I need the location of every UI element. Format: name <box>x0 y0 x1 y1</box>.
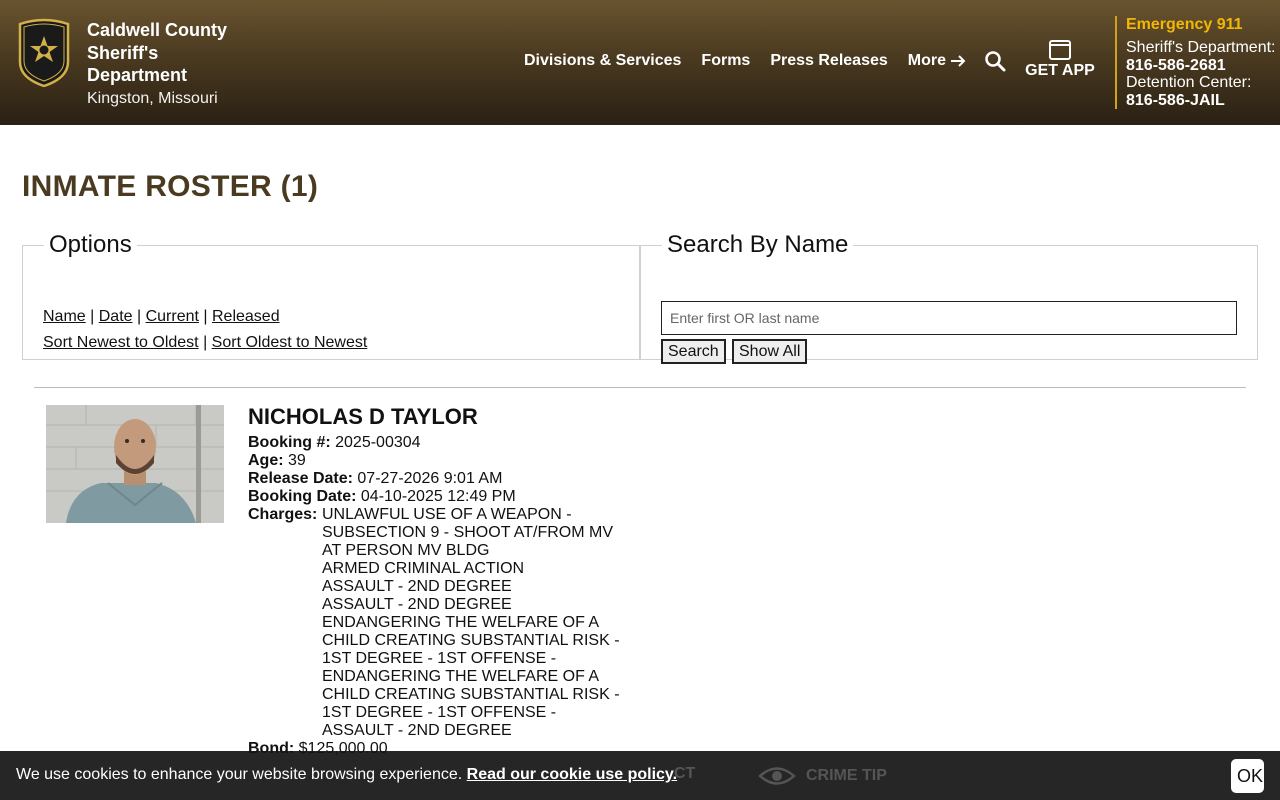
charges-block: Charges: UNLAWFUL USE OF A WEAPON - SUBS… <box>248 506 622 740</box>
nav-more[interactable]: More <box>908 52 966 70</box>
inmate-name[interactable]: NICHOLAS D TAYLOR <box>248 404 622 430</box>
age-label: Age: <box>248 452 284 469</box>
inmate-mugshot[interactable] <box>46 405 224 523</box>
detention-label: Detention Center: <box>1126 74 1252 92</box>
charge-item: ASSAULT - 2ND DEGREE <box>322 596 512 613</box>
contact-info: Emergency 911 Sheriff's Department: 816-… <box>1115 16 1280 109</box>
get-app-button[interactable]: GET APP <box>1024 40 1096 80</box>
charge-item: ASSAULT - 2ND DEGREE <box>322 578 512 595</box>
divider <box>34 387 1246 388</box>
cookie-banner: CT CRIME TIP We use cookies to enhance y… <box>0 751 1280 800</box>
eye-icon <box>758 767 796 785</box>
nav-divisions-services[interactable]: Divisions & Services <box>524 52 681 70</box>
phone-icon <box>1049 40 1071 60</box>
search-button[interactable]: Search <box>661 339 726 364</box>
cookie-text: We use cookies to enhance your website b… <box>16 766 463 783</box>
release-date-label: Release Date: <box>248 470 353 487</box>
site-header: Caldwell County Sheriff's Department Kin… <box>0 0 1280 125</box>
search-panel: Search By Name Search Show All <box>640 231 1258 364</box>
agency-location: Kingston, Missouri <box>87 89 218 107</box>
nav-forms[interactable]: Forms <box>701 52 750 70</box>
options-legend: Options <box>49 231 132 258</box>
crime-tip-ghost: CRIME TIP <box>758 765 887 787</box>
age-value: 39 <box>288 452 306 469</box>
cookie-ok-button[interactable]: OK <box>1231 759 1264 793</box>
hidden-crime-tip-label: CRIME TIP <box>806 767 887 784</box>
search-legend: Search By Name <box>667 231 849 258</box>
sheriff-label: Sheriff's Department: <box>1126 38 1276 56</box>
sheriff-phone[interactable]: 816-586-2681 <box>1126 57 1280 75</box>
charge-item: ENDANGERING THE WELFARE OF A CHILD CREAT… <box>322 614 620 667</box>
cookie-message: We use cookies to enhance your website b… <box>16 766 677 784</box>
options-panel: Options Name | Date | Current | Released… <box>22 231 640 360</box>
detention-phone[interactable]: 816-586-JAIL <box>1126 92 1280 110</box>
main-nav: Divisions & Services Forms Press Release… <box>524 52 986 70</box>
filter-date-link[interactable]: Date <box>99 308 133 325</box>
charges-label: Charges: <box>248 506 318 523</box>
filter-current-link[interactable]: Current <box>146 308 199 325</box>
charges-list: UNLAWFUL USE OF A WEAPON - SUBSECTION 9 … <box>322 506 622 740</box>
emergency-number[interactable]: Emergency 911 <box>1126 16 1280 34</box>
sort-oldest-link[interactable]: Sort Oldest to Newest <box>212 334 368 351</box>
brand[interactable]: Caldwell County Sheriff's Department Kin… <box>87 19 247 109</box>
sheriff-badge-icon[interactable] <box>16 18 72 87</box>
nav-more-label: More <box>907 52 946 69</box>
arrow-right-icon <box>951 55 966 67</box>
booking-number: 2025-00304 <box>335 434 421 451</box>
page-title: INMATE ROSTER (1) <box>22 170 319 203</box>
inmate-record: NICHOLAS D TAYLOR Booking #: 2025-00304 … <box>248 404 622 758</box>
nav-press-releases[interactable]: Press Releases <box>770 52 887 70</box>
get-app-label: GET APP <box>1025 62 1095 79</box>
charge-item: UNLAWFUL USE OF A WEAPON - SUBSECTION 9 … <box>322 506 613 559</box>
search-icon[interactable] <box>984 50 1006 72</box>
booking-date: 04-10-2025 12:49 PM <box>360 488 516 505</box>
hidden-contact-label: CT <box>674 765 696 782</box>
agency-name[interactable]: Caldwell County Sheriff's Department <box>87 19 247 87</box>
cookie-policy-link[interactable]: Read our cookie use policy. <box>467 766 677 783</box>
release-date: 07-27-2026 9:01 AM <box>357 470 503 487</box>
booking-date-label: Booking Date: <box>248 488 357 505</box>
show-all-button[interactable]: Show All <box>732 339 808 364</box>
filter-released-link[interactable]: Released <box>212 308 280 325</box>
charge-item: ASSAULT - 2ND DEGREE <box>322 722 512 739</box>
booking-number-label: Booking #: <box>248 434 331 451</box>
options-links: Name | Date | Current | Released Sort Ne… <box>43 308 368 351</box>
charge-item: ARMED CRIMINAL ACTION <box>322 560 525 577</box>
name-search-input[interactable] <box>661 301 1237 335</box>
charge-item: ENDANGERING THE WELFARE OF A CHILD CREAT… <box>322 668 620 721</box>
sort-newest-link[interactable]: Sort Newest to Oldest <box>43 334 199 351</box>
filter-name-link[interactable]: Name <box>43 308 86 325</box>
